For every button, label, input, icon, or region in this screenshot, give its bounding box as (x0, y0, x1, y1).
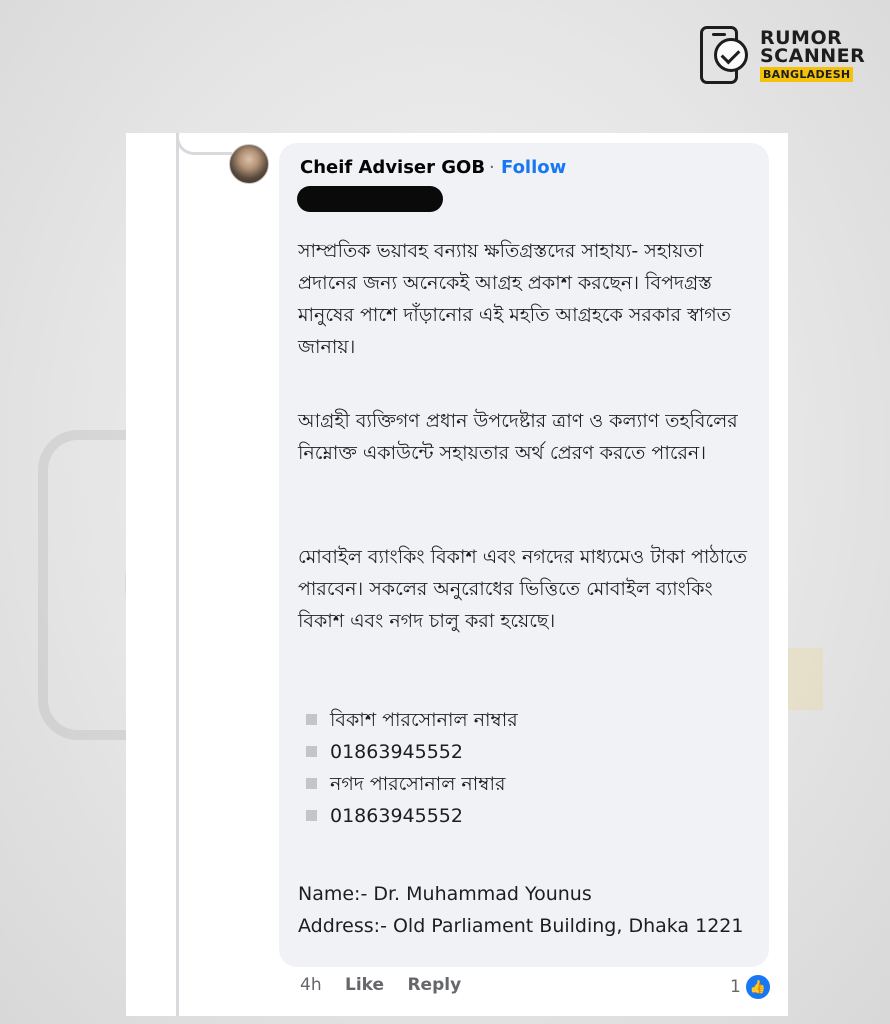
thread-line (176, 133, 179, 1016)
logo-check-icon (714, 38, 748, 72)
bullet-icon (306, 778, 317, 789)
logo-line-3: BANGLADESH (760, 67, 854, 82)
name-line: Name:- Dr. Muhammad Younus (298, 883, 592, 905)
reaction-summary[interactable]: 1 👍 (730, 973, 772, 1001)
comment-paragraph-2: আগ্রহী ব্যক্তিগণ প্রধান উপদেষ্টার ত্রাণ … (298, 410, 738, 464)
redacted-text (297, 186, 443, 212)
list-item-text: বিকাশ পারসোনাল নাম্বার (330, 709, 518, 731)
follow-button[interactable]: Follow (501, 157, 566, 178)
thumbs-up-icon: 👍 (743, 973, 772, 1001)
list-item-text: 01863945552 (330, 805, 463, 827)
address-line: Address:- Old Parliament Building, Dhaka… (298, 915, 744, 937)
author-avatar[interactable] (229, 144, 269, 184)
list-item: 01863945552 (306, 800, 746, 832)
rumor-scanner-logo: RUMOR SCANNER BANGLADESH (700, 24, 865, 88)
list-item-text: 01863945552 (330, 741, 463, 763)
logo-line-2: SCANNER (760, 45, 866, 67)
list-item: নগদ পারসোনাল নাম্বার (306, 768, 746, 800)
list-item-text: নগদ পারসোনাল নাম্বার (330, 773, 506, 795)
reply-button[interactable]: Reply (407, 975, 461, 995)
separator-dot: · (489, 157, 495, 178)
bullet-icon (306, 810, 317, 821)
like-button[interactable]: Like (345, 975, 384, 995)
comment-actions: 4h Like Reply (300, 975, 479, 995)
timestamp[interactable]: 4h (300, 975, 322, 995)
payment-list: বিকাশ পারসোনাল নাম্বার 01863945552 নগদ প… (306, 704, 746, 832)
thread-connector (176, 133, 232, 155)
reaction-count: 1 (730, 977, 741, 997)
comment-card: Cheif Adviser GOB · Follow সাম্প্রতিক ভয… (126, 133, 788, 1016)
list-item: 01863945552 (306, 736, 746, 768)
list-item: বিকাশ পারসোনাল নাম্বার (306, 704, 746, 736)
bullet-icon (306, 746, 317, 757)
contact-info: Name:- Dr. Muhammad Younus Address:- Old… (298, 878, 758, 942)
comment-paragraph-1: সাম্প্রতিক ভয়াবহ বন্যায় ক্ষতিগ্রস্তদের… (298, 240, 731, 358)
author-name[interactable]: Cheif Adviser GOB (300, 157, 485, 178)
bullet-icon (306, 714, 317, 725)
comment-paragraph-3: মোবাইল ব্যাংকিং বিকাশ এবং নগদের মাধ্যমেও… (298, 546, 747, 632)
comment-bubble: Cheif Adviser GOB · Follow সাম্প্রতিক ভয… (279, 143, 769, 967)
